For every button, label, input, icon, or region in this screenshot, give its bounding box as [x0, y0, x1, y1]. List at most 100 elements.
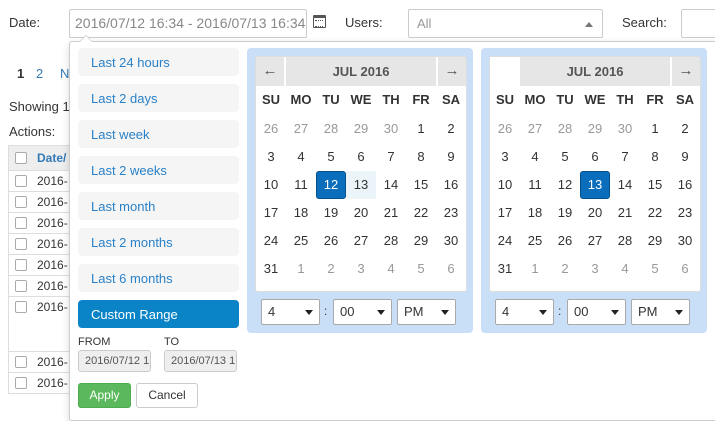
day-cell[interactable]: 5 — [550, 143, 580, 171]
day-cell[interactable]: 16 — [436, 171, 466, 199]
row-checkbox[interactable] — [15, 377, 27, 389]
day-cell[interactable]: 1 — [406, 115, 436, 143]
day-cell[interactable]: 2 — [670, 115, 700, 143]
range-last-month[interactable]: Last month — [78, 192, 239, 220]
day-cell[interactable]: 29 — [406, 227, 436, 255]
row-checkbox[interactable] — [15, 259, 27, 271]
day-cell[interactable]: 17 — [256, 199, 286, 227]
select-all-checkbox[interactable] — [15, 152, 27, 164]
day-cell[interactable]: 14 — [376, 171, 406, 199]
users-select[interactable]: All — [408, 9, 603, 38]
date-range-input[interactable]: 2016/07/12 16:34 - 2016/07/13 16:34 — [69, 9, 307, 38]
day-cell[interactable]: 13 — [346, 171, 376, 199]
day-cell[interactable]: 4 — [376, 255, 406, 283]
day-cell[interactable]: 2 — [316, 255, 346, 283]
day-cell[interactable]: 5 — [406, 255, 436, 283]
day-cell[interactable]: 2 — [436, 115, 466, 143]
day-cell[interactable]: 22 — [640, 199, 670, 227]
day-cell[interactable]: 1 — [520, 255, 550, 283]
row-checkbox[interactable] — [15, 280, 27, 292]
range-last-24-hours[interactable]: Last 24 hours — [78, 48, 239, 76]
day-cell[interactable]: 26 — [256, 115, 286, 143]
range-custom[interactable]: Custom Range — [78, 300, 239, 328]
day-cell[interactable]: 17 — [490, 199, 520, 227]
day-cell[interactable]: 20 — [580, 199, 610, 227]
day-cell[interactable]: 26 — [490, 115, 520, 143]
day-cell[interactable]: 22 — [406, 199, 436, 227]
day-cell[interactable]: 11 — [520, 171, 550, 199]
day-cell[interactable]: 12 — [550, 171, 580, 199]
from-input[interactable]: 2016/07/12 1 — [78, 350, 151, 372]
row-checkbox[interactable] — [15, 175, 27, 187]
day-cell[interactable]: 15 — [406, 171, 436, 199]
day-cell[interactable]: 27 — [346, 227, 376, 255]
day-cell[interactable]: 16 — [670, 171, 700, 199]
day-cell[interactable]: 9 — [436, 143, 466, 171]
day-cell-selected[interactable]: 13 — [580, 171, 610, 199]
range-last-week[interactable]: Last week — [78, 120, 239, 148]
day-cell[interactable]: 31 — [256, 255, 286, 283]
day-cell[interactable]: 7 — [610, 143, 640, 171]
day-cell[interactable]: 19 — [316, 199, 346, 227]
day-cell[interactable]: 30 — [610, 115, 640, 143]
day-cell[interactable]: 3 — [346, 255, 376, 283]
day-cell[interactable]: 10 — [256, 171, 286, 199]
day-cell[interactable]: 24 — [256, 227, 286, 255]
day-cell[interactable]: 4 — [520, 143, 550, 171]
day-cell[interactable]: 28 — [376, 227, 406, 255]
day-cell[interactable]: 29 — [346, 115, 376, 143]
day-cell[interactable]: 28 — [316, 115, 346, 143]
page-link-1[interactable]: 1 — [17, 66, 24, 81]
day-cell[interactable]: 1 — [640, 115, 670, 143]
page-link-next[interactable]: N — [60, 66, 69, 81]
minute-select[interactable]: 00 — [333, 299, 392, 325]
day-cell[interactable]: 25 — [286, 227, 316, 255]
search-input[interactable] — [681, 9, 715, 38]
day-cell[interactable]: 5 — [316, 143, 346, 171]
day-cell[interactable]: 7 — [376, 143, 406, 171]
hour-select[interactable]: 4 — [261, 299, 320, 325]
row-checkbox[interactable] — [15, 217, 27, 229]
day-cell[interactable]: 26 — [316, 227, 346, 255]
day-cell[interactable]: 30 — [670, 227, 700, 255]
cancel-button[interactable]: Cancel — [136, 383, 198, 408]
day-cell[interactable]: 2 — [550, 255, 580, 283]
day-cell[interactable]: 20 — [346, 199, 376, 227]
range-last-6-months[interactable]: Last 6 months — [78, 264, 239, 292]
day-cell[interactable]: 29 — [580, 115, 610, 143]
row-checkbox[interactable] — [15, 238, 27, 250]
range-last-2-days[interactable]: Last 2 days — [78, 84, 239, 112]
day-cell[interactable]: 21 — [610, 199, 640, 227]
day-cell[interactable]: 8 — [640, 143, 670, 171]
day-cell[interactable]: 19 — [550, 199, 580, 227]
ampm-select[interactable]: PM — [631, 299, 690, 325]
day-cell-selected[interactable]: 12 — [316, 171, 346, 199]
day-cell[interactable]: 10 — [490, 171, 520, 199]
day-cell[interactable]: 3 — [256, 143, 286, 171]
to-input[interactable]: 2016/07/13 1 — [164, 350, 237, 372]
day-cell[interactable]: 27 — [580, 227, 610, 255]
day-cell[interactable]: 8 — [406, 143, 436, 171]
day-cell[interactable]: 3 — [490, 143, 520, 171]
day-cell[interactable]: 24 — [490, 227, 520, 255]
day-cell[interactable]: 26 — [550, 227, 580, 255]
day-cell[interactable]: 15 — [640, 171, 670, 199]
day-cell[interactable]: 6 — [670, 255, 700, 283]
prev-month-button[interactable]: ← — [256, 57, 284, 86]
day-cell[interactable]: 30 — [376, 115, 406, 143]
day-cell[interactable]: 25 — [520, 227, 550, 255]
page-link-2[interactable]: 2 — [36, 66, 43, 81]
day-cell[interactable]: 4 — [286, 143, 316, 171]
minute-select[interactable]: 00 — [567, 299, 626, 325]
day-cell[interactable]: 28 — [550, 115, 580, 143]
next-month-button[interactable]: → — [438, 57, 466, 86]
day-cell[interactable]: 6 — [436, 255, 466, 283]
range-last-2-months[interactable]: Last 2 months — [78, 228, 239, 256]
day-cell[interactable]: 21 — [376, 199, 406, 227]
day-cell[interactable]: 6 — [346, 143, 376, 171]
day-cell[interactable]: 30 — [436, 227, 466, 255]
day-cell[interactable]: 1 — [286, 255, 316, 283]
day-cell[interactable]: 6 — [580, 143, 610, 171]
day-cell[interactable]: 11 — [286, 171, 316, 199]
day-cell[interactable]: 27 — [520, 115, 550, 143]
